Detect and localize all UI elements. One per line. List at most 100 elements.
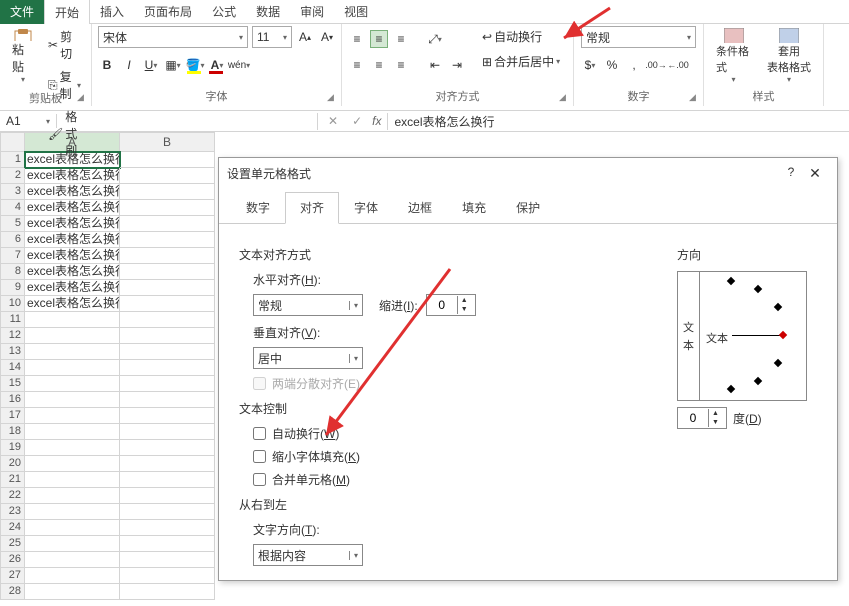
degree-spinner[interactable]: ▲▼ xyxy=(677,407,727,429)
cell[interactable] xyxy=(120,520,215,536)
row-header[interactable]: 21 xyxy=(0,472,25,488)
border-button[interactable]: ▦▾ xyxy=(164,56,182,74)
row-header[interactable]: 6 xyxy=(0,232,25,248)
row-header[interactable]: 12 xyxy=(0,328,25,344)
align-middle-button[interactable]: ≡ xyxy=(370,30,388,48)
row-header[interactable]: 23 xyxy=(0,504,25,520)
col-header-b[interactable]: B xyxy=(120,132,215,152)
cell[interactable] xyxy=(25,344,120,360)
cell[interactable] xyxy=(25,552,120,568)
wrap-text-button[interactable]: ↩自动换行 xyxy=(478,26,564,47)
cell[interactable]: excel表格怎么换行 xyxy=(25,296,120,312)
comma-button[interactable]: , xyxy=(625,56,643,74)
dlg-tab-font[interactable]: 字体 xyxy=(339,192,393,223)
font-color-button[interactable]: A▾ xyxy=(208,56,226,74)
align-launcher[interactable]: ◢ xyxy=(559,92,571,104)
cell[interactable] xyxy=(120,504,215,520)
cell[interactable]: excel表格怎么换行 xyxy=(25,264,120,280)
align-center-button[interactable]: ≡ xyxy=(370,56,388,74)
cell[interactable] xyxy=(120,488,215,504)
row-header[interactable]: 25 xyxy=(0,536,25,552)
cell[interactable] xyxy=(120,312,215,328)
cell[interactable] xyxy=(120,424,215,440)
orientation-control[interactable]: 文本 文本 xyxy=(677,271,807,401)
row-header[interactable]: 26 xyxy=(0,552,25,568)
cell[interactable] xyxy=(25,472,120,488)
dialog-help-button[interactable]: ? xyxy=(781,165,801,182)
clipboard-launcher[interactable]: ◢ xyxy=(77,92,89,104)
row-header[interactable]: 15 xyxy=(0,376,25,392)
cell[interactable] xyxy=(120,456,215,472)
orientation-vertical[interactable]: 文本 xyxy=(678,272,700,400)
format-painter-button[interactable]: 🖌格式刷 xyxy=(44,106,85,161)
conditional-format-button[interactable]: 条件格式▾ xyxy=(710,26,757,86)
tab-view[interactable]: 视图 xyxy=(334,0,378,24)
cell[interactable]: excel表格怎么换行 xyxy=(25,248,120,264)
row-header[interactable]: 11 xyxy=(0,312,25,328)
row-header[interactable]: 20 xyxy=(0,456,25,472)
cell[interactable] xyxy=(25,440,120,456)
cell[interactable]: excel表格怎么换行 xyxy=(25,232,120,248)
cell[interactable] xyxy=(120,328,215,344)
text-direction-select[interactable]: 根据内容▾ xyxy=(253,544,363,566)
formula-bar-input[interactable]: excel表格怎么换行 xyxy=(387,113,843,130)
wrap-text-checkbox[interactable] xyxy=(253,427,266,440)
dlg-tab-protect[interactable]: 保护 xyxy=(501,192,555,223)
row-header[interactable]: 1 xyxy=(0,152,25,168)
cell[interactable] xyxy=(120,216,215,232)
deg-down[interactable]: ▼ xyxy=(709,418,722,427)
shrink-to-fit-checkbox[interactable] xyxy=(253,450,266,463)
cell[interactable] xyxy=(120,152,215,168)
cell[interactable] xyxy=(25,392,120,408)
cell[interactable]: excel表格怎么换行 xyxy=(25,280,120,296)
spin-down[interactable]: ▼ xyxy=(458,305,471,314)
tab-layout[interactable]: 页面布局 xyxy=(134,0,202,24)
merge-center-button[interactable]: ⊞合并后居中▾ xyxy=(478,51,564,72)
increase-decimal-button[interactable]: .00→ xyxy=(647,56,665,74)
cell[interactable] xyxy=(25,408,120,424)
tab-home[interactable]: 开始 xyxy=(44,0,90,26)
row-header[interactable]: 3 xyxy=(0,184,25,200)
percent-button[interactable]: % xyxy=(603,56,621,74)
cell[interactable] xyxy=(25,536,120,552)
degree-input[interactable] xyxy=(678,411,708,425)
italic-button[interactable]: I xyxy=(120,56,138,74)
tab-review[interactable]: 审阅 xyxy=(290,0,334,24)
cell[interactable] xyxy=(25,488,120,504)
cell[interactable] xyxy=(25,376,120,392)
dlg-tab-align[interactable]: 对齐 xyxy=(285,192,339,224)
font-size-select[interactable]: 11▾ xyxy=(252,26,292,48)
cell[interactable] xyxy=(120,536,215,552)
row-header[interactable]: 19 xyxy=(0,440,25,456)
decrease-decimal-button[interactable]: ←.00 xyxy=(669,56,687,74)
row-header[interactable]: 13 xyxy=(0,344,25,360)
cell[interactable] xyxy=(25,456,120,472)
cell[interactable] xyxy=(25,520,120,536)
bold-button[interactable]: B xyxy=(98,56,116,74)
indent-input[interactable] xyxy=(427,298,457,312)
number-format-select[interactable]: 常规▾ xyxy=(581,26,696,48)
align-right-button[interactable]: ≡ xyxy=(392,56,410,74)
cell[interactable]: excel表格怎么换行 xyxy=(25,184,120,200)
row-header[interactable]: 16 xyxy=(0,392,25,408)
cell[interactable] xyxy=(25,328,120,344)
cell[interactable] xyxy=(120,440,215,456)
h-align-select[interactable]: 常规▾ xyxy=(253,294,363,316)
paste-button[interactable]: 粘贴 ▾ xyxy=(6,26,40,86)
format-as-table-button[interactable]: 套用 表格格式▾ xyxy=(761,26,817,86)
row-header[interactable]: 4 xyxy=(0,200,25,216)
row-header[interactable]: 18 xyxy=(0,424,25,440)
cell[interactable]: excel表格怎么换行 xyxy=(25,168,120,184)
dlg-tab-number[interactable]: 数字 xyxy=(231,192,285,223)
row-header[interactable]: 7 xyxy=(0,248,25,264)
select-all-corner[interactable] xyxy=(0,132,25,152)
phonetic-button[interactable]: wén▾ xyxy=(230,56,248,74)
cell[interactable] xyxy=(120,232,215,248)
row-header[interactable]: 24 xyxy=(0,520,25,536)
cut-button[interactable]: ✂剪切 xyxy=(44,26,85,64)
row-header[interactable]: 17 xyxy=(0,408,25,424)
cell[interactable] xyxy=(120,392,215,408)
deg-up[interactable]: ▲ xyxy=(709,409,722,418)
decrease-indent-button[interactable]: ⇤ xyxy=(426,56,444,74)
align-top-button[interactable]: ≡ xyxy=(348,30,366,48)
